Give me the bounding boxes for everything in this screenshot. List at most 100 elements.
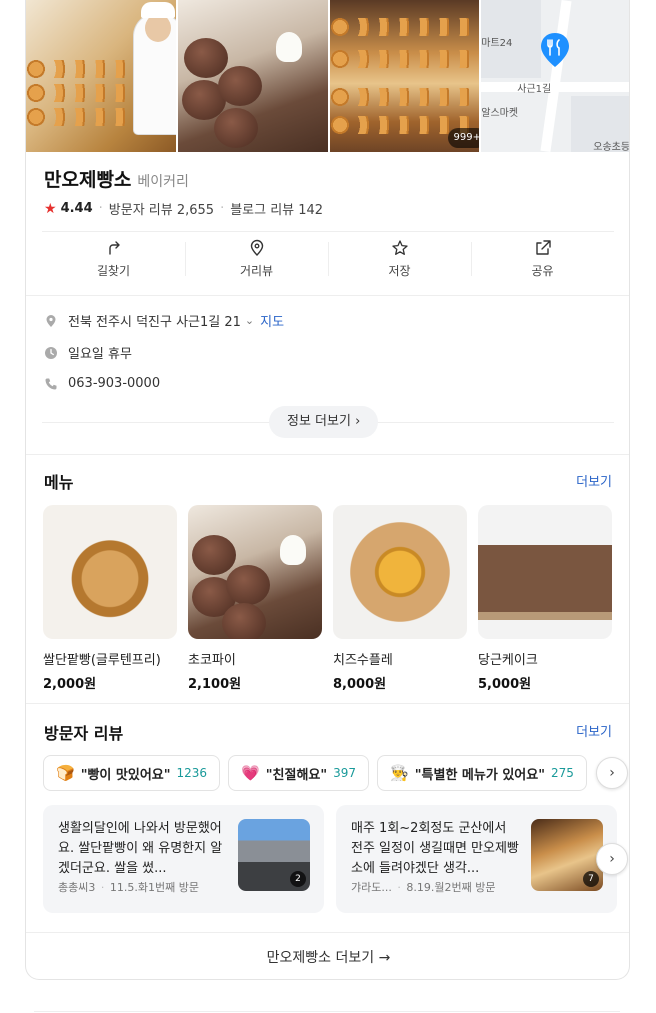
keyword-chips: 🍞 "빵이 맛있어요" 1236 💗 "친절해요" 397 👨‍🍳 "특별한 메… bbox=[43, 755, 587, 791]
place-more-button[interactable]: 만오제빵소 더보기 → bbox=[26, 932, 629, 979]
phone-icon bbox=[45, 378, 57, 389]
mini-map[interactable]: 마트24 사근1길 알스마켓 오송초등학 bbox=[481, 0, 630, 152]
phone-number[interactable]: 063-903-0000 bbox=[68, 376, 160, 391]
action-bar: 길찾기 거리뷰 저장 공유 bbox=[42, 231, 614, 285]
cream-shape bbox=[275, 32, 302, 62]
chevron-right-icon: › bbox=[609, 851, 615, 867]
bread-display bbox=[329, 88, 480, 106]
menu-item[interactable]: 쌀단팥빵(글루텐프리) 2,000원 bbox=[43, 505, 177, 692]
review-visit-info: 8.19.월2번째 방문 bbox=[406, 881, 496, 894]
menu-item-image bbox=[188, 505, 322, 639]
separator-dot: · bbox=[100, 881, 105, 894]
menu-item-price: 8,000원 bbox=[333, 677, 387, 692]
directions-button[interactable]: 길찾기 bbox=[42, 232, 185, 285]
review-photo: 2 bbox=[238, 819, 310, 891]
review-photo-count: 2 bbox=[290, 871, 306, 887]
directions-label: 길찾기 bbox=[96, 263, 131, 278]
menu-item[interactable]: 초코파이 2,100원 bbox=[188, 505, 322, 692]
visitor-review-count[interactable]: 방문자 리뷰 2,655 bbox=[109, 199, 214, 218]
heart-icon: 💗 bbox=[241, 764, 260, 782]
menu-item-name: 당근케이크 bbox=[478, 653, 538, 668]
menu-item[interactable]: 당근케이크 5,000원 bbox=[478, 505, 612, 692]
keyword-chip[interactable]: 👨‍🍳 "특별한 메뉴가 있어요" 275 bbox=[377, 755, 587, 791]
star-outline-icon bbox=[391, 239, 408, 255]
review-text: 매주 1회~2회정도 군산에서 전주 일정이 생길때면 만오제빵소에 들려야겠단… bbox=[351, 821, 519, 876]
place-stats: ★ 4.44 · 방문자 리뷰 2,655 · 블로그 리뷰 142 bbox=[44, 199, 323, 219]
share-icon bbox=[535, 239, 551, 255]
restaurant-pin-icon bbox=[541, 33, 570, 67]
map-label: 오송초등학 bbox=[593, 142, 630, 152]
section-divider bbox=[26, 703, 629, 704]
separator-dot: · bbox=[220, 201, 225, 216]
review-photo-count: 7 bbox=[583, 871, 599, 887]
chevron-down-icon[interactable]: ⌄ bbox=[245, 314, 254, 327]
streetview-icon bbox=[250, 239, 263, 256]
keyword-text: "친절해요" bbox=[265, 767, 328, 783]
reviews-next-button[interactable]: › bbox=[596, 843, 628, 875]
section-divider bbox=[26, 454, 629, 455]
menu-grid: 쌀단팥빵(글루텐프리) 2,000원 초코파이 2,100원 치즈수플레 8,0… bbox=[43, 505, 612, 692]
hours-row: 일요일 휴무 bbox=[44, 343, 132, 362]
chef-head bbox=[145, 14, 171, 42]
reviews-section-title: 방문자 리뷰 bbox=[44, 724, 124, 743]
chevron-right-icon: › bbox=[609, 765, 615, 781]
chocopie-shape bbox=[192, 535, 236, 575]
review-card[interactable]: 매주 1회~2회정도 군산에서 전주 일정이 생길때면 만오제빵소에 들려야겠단… bbox=[336, 805, 617, 913]
clock-icon bbox=[45, 346, 57, 359]
menu-item-price: 2,000원 bbox=[43, 677, 97, 692]
separator-dot: · bbox=[397, 881, 401, 894]
chocopie-shape bbox=[222, 603, 266, 639]
chevron-right-icon: › bbox=[355, 414, 361, 429]
map-label: 마트24 bbox=[481, 38, 513, 49]
keyword-count: 275 bbox=[551, 766, 574, 780]
more-info-label: 정보 더보기 bbox=[287, 414, 351, 429]
section-divider bbox=[26, 295, 629, 296]
chef-hat bbox=[141, 2, 175, 18]
photo-strip[interactable]: 999+ 마트24 사근1길 알스마켓 오송초등학 bbox=[26, 0, 630, 152]
menu-item[interactable]: 치즈수플레 8,000원 bbox=[333, 505, 467, 692]
streetview-button[interactable]: 거리뷰 bbox=[185, 232, 328, 285]
star-icon: ★ bbox=[44, 200, 57, 217]
menu-more-link[interactable]: 더보기 bbox=[576, 471, 612, 490]
chocopie-shape bbox=[183, 38, 228, 78]
page-divider bbox=[34, 1011, 620, 1012]
chocopie-shape bbox=[226, 565, 270, 605]
blog-review-count[interactable]: 블로그 리뷰 142 bbox=[230, 199, 323, 218]
streetview-label: 거리뷰 bbox=[239, 263, 274, 278]
phone-row: 063-903-0000 bbox=[44, 376, 160, 391]
review-author: 갸라도... bbox=[351, 881, 392, 894]
menu-item-image bbox=[333, 505, 467, 639]
share-label: 공유 bbox=[531, 263, 554, 278]
hours-text: 일요일 휴무 bbox=[68, 347, 132, 362]
bread-icon: 🍞 bbox=[56, 764, 75, 782]
save-label: 저장 bbox=[388, 263, 411, 278]
keyword-chip[interactable]: 💗 "친절해요" 397 bbox=[228, 755, 370, 791]
map-label: 사근1길 bbox=[517, 84, 552, 95]
review-card[interactable]: 생활의달인에 나와서 방문했어요. 쌀단팥빵이 왜 유명한지 알겠더군요. 쌀을… bbox=[43, 805, 324, 913]
place-more-label: 만오제빵소 더보기 → bbox=[266, 949, 391, 966]
more-info-button[interactable]: 정보 더보기 › bbox=[269, 406, 379, 438]
photo-chocopie[interactable] bbox=[177, 0, 328, 152]
review-author: 총총씨3 bbox=[58, 881, 96, 894]
address-text[interactable]: 전북 전주시 덕진구 사근1길 21 bbox=[68, 311, 241, 330]
chocopie-shape bbox=[213, 108, 258, 148]
save-button[interactable]: 저장 bbox=[328, 232, 471, 285]
reviews-more-link[interactable]: 더보기 bbox=[576, 721, 612, 740]
review-list: 생활의달인에 나와서 방문했어요. 쌀단팥빵이 왜 유명한지 알겠더군요. 쌀을… bbox=[43, 805, 617, 913]
share-button[interactable]: 공유 bbox=[471, 232, 614, 285]
place-name[interactable]: 만오제빵소 bbox=[44, 165, 131, 192]
menu-item-price: 2,100원 bbox=[188, 677, 242, 692]
keywords-next-button[interactable]: › bbox=[596, 757, 628, 789]
keyword-chip[interactable]: 🍞 "빵이 맛있어요" 1236 bbox=[43, 755, 221, 791]
keyword-text: "특별한 메뉴가 있어요" bbox=[414, 767, 545, 783]
photo-bread-shelves[interactable]: 999+ bbox=[329, 0, 480, 152]
map-link[interactable]: 지도 bbox=[260, 311, 284, 330]
photo-chef[interactable] bbox=[26, 0, 176, 152]
map-road bbox=[540, 0, 572, 152]
review-meta: 갸라도... · 8.19.월2번째 방문 bbox=[351, 879, 495, 895]
review-meta: 총총씨3 · 11.5.화1번째 방문 bbox=[58, 879, 199, 895]
menu-item-name: 치즈수플레 bbox=[333, 653, 393, 668]
chocopie-shape bbox=[217, 66, 262, 106]
menu-item-name: 초코파이 bbox=[188, 653, 236, 668]
place-card: 999+ 마트24 사근1길 알스마켓 오송초등학 만오제빵소 베이커리 ★ 4… bbox=[25, 0, 630, 980]
